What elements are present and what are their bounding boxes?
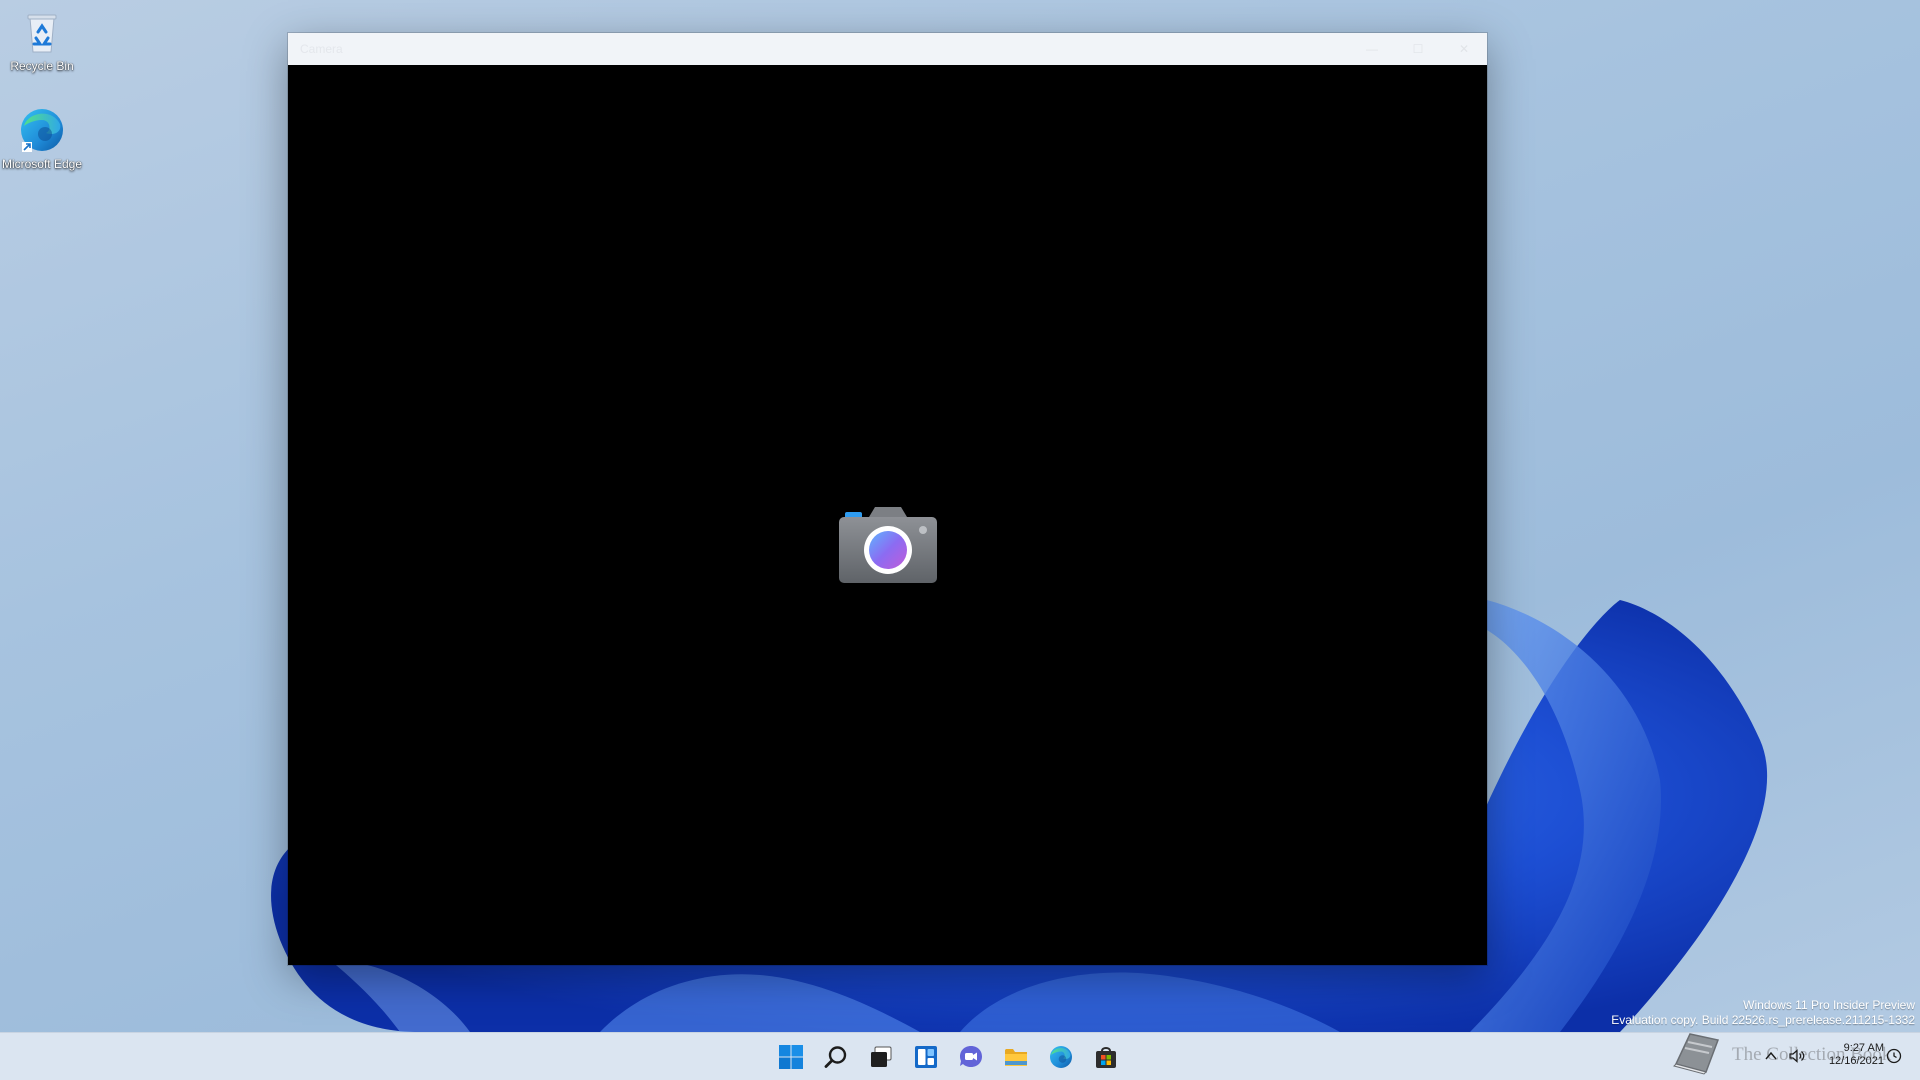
- chevron-up-icon[interactable]: [1762, 1047, 1780, 1065]
- watermark-line-1: Windows 11 Pro Insider Preview: [1743, 998, 1915, 1012]
- task-view-icon: [870, 1046, 891, 1067]
- edge-taskbar-button[interactable]: [1040, 1037, 1081, 1077]
- camera-viewport: [288, 65, 1487, 965]
- teams-chat-icon: [959, 1046, 982, 1067]
- search-button[interactable]: [815, 1037, 856, 1077]
- desktop-icon-recycle-bin[interactable]: Recycle Bin: [0, 8, 84, 73]
- window-title: Camera: [300, 42, 343, 56]
- desktop-icon-label: Recycle Bin: [10, 59, 74, 73]
- camera-window[interactable]: Camera — ☐ ✕: [288, 33, 1487, 965]
- notification-icon[interactable]: [1884, 1046, 1904, 1066]
- widgets-icon: [914, 1046, 937, 1068]
- desktop-icon-label: Microsoft Edge: [1, 157, 83, 171]
- clock-date: 12/16/2021: [1828, 1055, 1884, 1067]
- file-explorer-button[interactable]: [995, 1037, 1036, 1077]
- taskbar-clock[interactable]: 9:27 AM 12/16/2021: [1812, 1042, 1884, 1068]
- store-button[interactable]: [1085, 1037, 1126, 1077]
- camera-app-icon: [839, 507, 937, 583]
- evaluation-watermark: Windows 11 Pro Insider Preview Evaluatio…: [1611, 998, 1915, 1028]
- desktop-icon-microsoft-edge[interactable]: Microsoft Edge: [0, 106, 84, 171]
- title-bar[interactable]: Camera — ☐ ✕: [288, 33, 1487, 65]
- recycle-bin-icon: [27, 14, 57, 53]
- maximize-button[interactable]: ☐: [1395, 33, 1441, 65]
- store-icon: [1095, 1047, 1116, 1068]
- edge-icon: [1049, 1046, 1072, 1068]
- task-view-button[interactable]: [860, 1037, 901, 1077]
- search-icon: [824, 1046, 846, 1068]
- start-button[interactable]: [770, 1037, 811, 1077]
- minimize-button[interactable]: —: [1349, 33, 1395, 65]
- caption-buttons: — ☐ ✕: [1349, 33, 1487, 65]
- book-icon: [1673, 1033, 1720, 1075]
- clock-time: 9:27 AM: [1843, 1042, 1884, 1054]
- desktop: Recycle Bin Microsoft Edge Camera — ☐ ✕ …: [0, 0, 1920, 1080]
- taskbar: [0, 1032, 1920, 1080]
- chat-button[interactable]: [950, 1037, 991, 1077]
- volume-icon[interactable]: [1788, 1047, 1806, 1065]
- system-tray: [1762, 1032, 1806, 1080]
- close-button[interactable]: ✕: [1441, 33, 1487, 65]
- widgets-button[interactable]: [905, 1037, 946, 1077]
- taskbar-apps: [770, 1033, 1126, 1080]
- folder-icon: [1004, 1049, 1027, 1066]
- edge-icon: [21, 109, 63, 152]
- windows-logo-icon: [778, 1045, 803, 1069]
- watermark-line-2: Evaluation copy. Build 22526.rs_prerelea…: [1611, 1013, 1915, 1027]
